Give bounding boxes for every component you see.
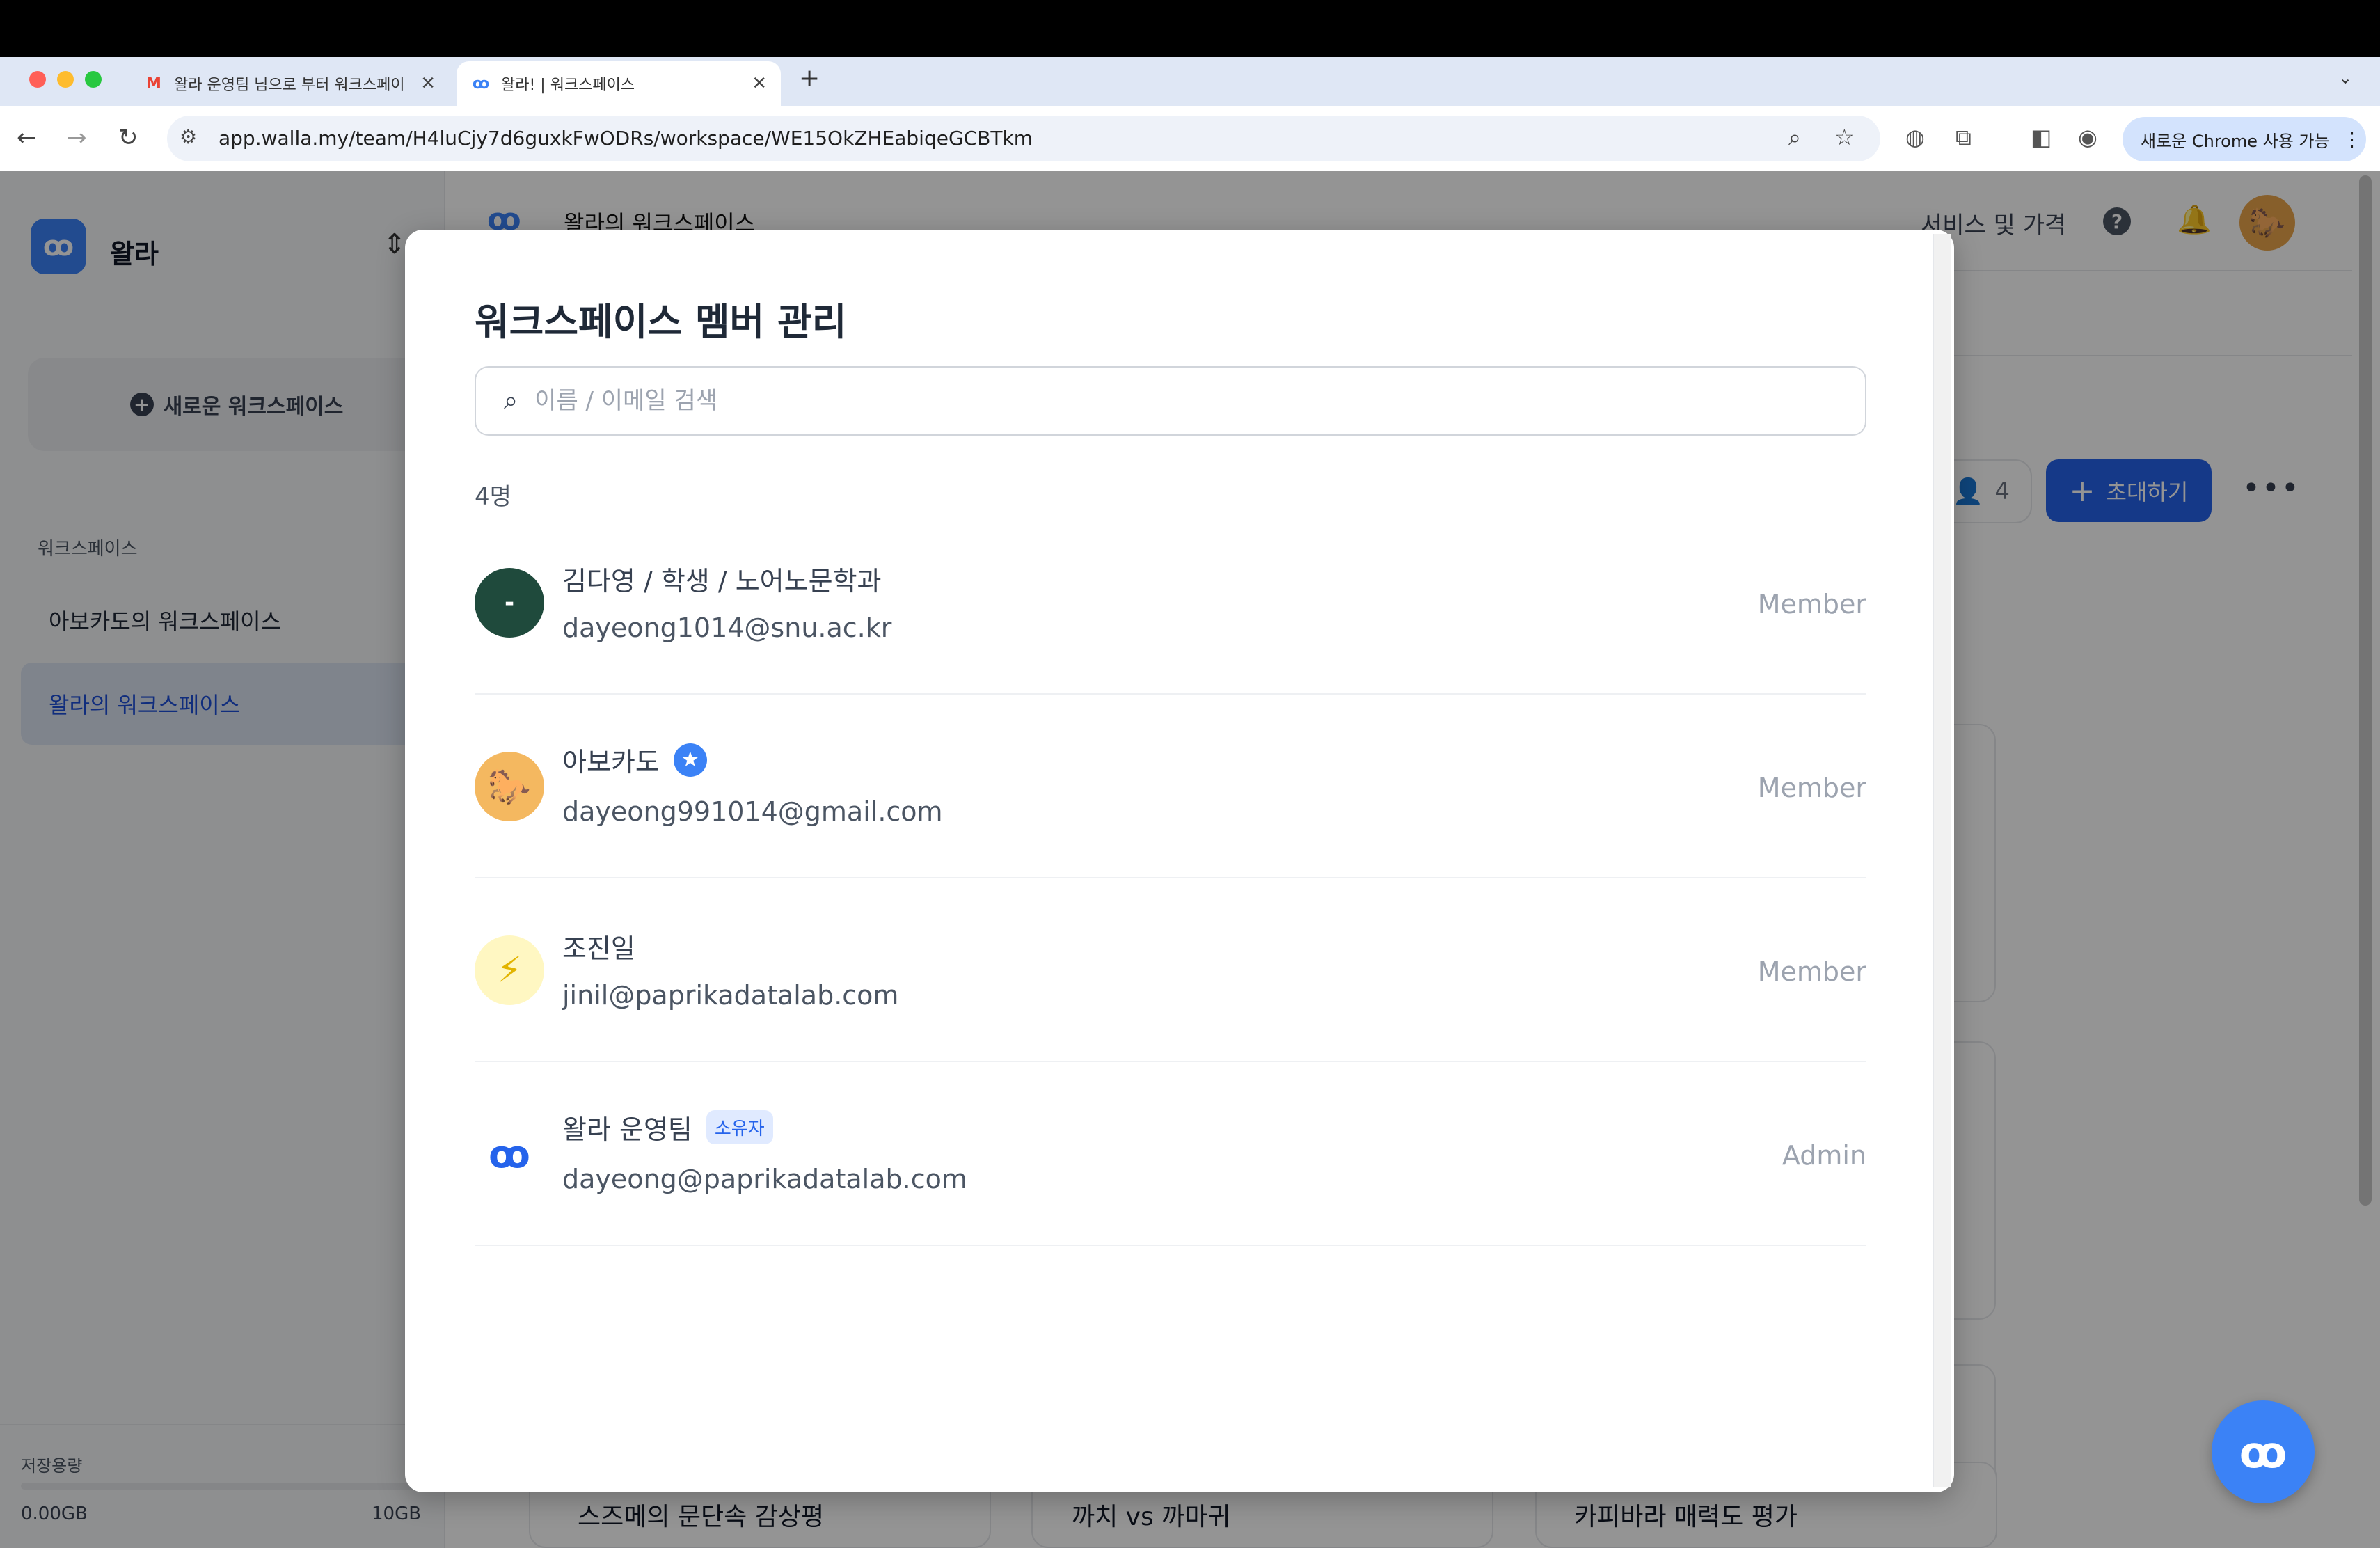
member-name-text: 아보카도 (562, 747, 660, 777)
member-search-input[interactable] (534, 387, 1865, 415)
tab-title: 왈라! | 워크스페이스 (501, 77, 635, 94)
back-icon[interactable]: ← (17, 124, 37, 152)
bookmark-star-icon[interactable]: ☆ (1834, 124, 1855, 150)
site-info-icon[interactable]: ⚙ (180, 125, 197, 148)
extensions-puzzle-icon[interactable]: ⧉ (1955, 124, 1972, 151)
close-window-button[interactable] (29, 71, 46, 88)
member-search-box[interactable]: ⌕ (475, 366, 1866, 436)
mac-menubar (0, 0, 2380, 57)
member-row[interactable]: - 김다영 / 학생 / 노어노문학과 dayeong1014@snu.ac.k… (475, 511, 1866, 695)
gmail-icon: M (146, 74, 161, 93)
tab-walla[interactable]: ꝏ 왈라! | 워크스페이스 ✕ (457, 61, 781, 106)
member-name-text: 조진일 (562, 933, 635, 964)
star-badge-icon: ★ (673, 743, 707, 777)
modal-title: 워크스페이스 멤버 관리 (475, 300, 847, 344)
member-role[interactable]: Admin (1782, 1140, 1866, 1171)
tab-title: 왈라 운영팀 님으로 부터 워크스페이 (174, 77, 405, 94)
modal-scrollbar[interactable] (1933, 234, 1951, 1487)
member-row[interactable]: 🐎 아보카도 ★ dayeong991014@gmail.com Member (475, 695, 1866, 878)
profile-icon[interactable]: ◉ (2078, 124, 2097, 150)
member-name: 왈라 운영팀 소유자 (562, 1108, 773, 1146)
member-avatar: 🐎 (475, 752, 544, 821)
member-avatar: - (475, 568, 544, 638)
member-role[interactable]: Member (1758, 589, 1866, 619)
reload-icon[interactable]: ↻ (118, 124, 138, 152)
member-role[interactable]: Member (1758, 773, 1866, 803)
member-email: dayeong1014@snu.ac.kr (562, 613, 892, 643)
member-email: dayeong991014@gmail.com (562, 796, 943, 827)
tab-gmail[interactable]: M 왈라 운영팀 님으로 부터 워크스페이 ✕ (129, 61, 450, 106)
member-email: dayeong@paprikadatalab.com (562, 1164, 967, 1194)
chrome-update-label: 새로운 Chrome 사용 가능 (2141, 131, 2330, 151)
new-tab-icon[interactable]: + (799, 64, 820, 93)
member-name-text: 왈라 운영팀 (562, 1114, 692, 1145)
member-avatar: ⚡ (475, 935, 544, 1005)
member-row[interactable]: ⚡ 조진일 jinil@paprikadatalab.com Member (475, 878, 1866, 1062)
kebab-menu-icon: ⋮ (2342, 127, 2362, 151)
walla-icon: ꝏ (472, 74, 490, 93)
member-role[interactable]: Member (1758, 956, 1866, 987)
chrome-update-button[interactable]: 새로운 Chrome 사용 가능 ⋮ (2123, 117, 2366, 161)
member-name: 조진일 (562, 927, 635, 965)
member-name: 아보카도 ★ (562, 741, 707, 779)
member-row[interactable]: ꝏ 왈라 운영팀 소유자 dayeong@paprikadatalab.com … (475, 1062, 1866, 1246)
zoom-icon[interactable]: ⌕ (1788, 124, 1801, 151)
side-panel-icon[interactable]: ◧ (2031, 124, 2052, 150)
tab-search-icon[interactable]: ⌄ (2338, 68, 2352, 88)
walla-chat-button[interactable]: ꝏ (2212, 1400, 2315, 1503)
member-count-label: 4명 (475, 483, 511, 511)
member-avatar: ꝏ (475, 1119, 544, 1189)
owner-badge: 소유자 (706, 1110, 773, 1144)
extension-icon[interactable]: ◍ (1905, 124, 1925, 150)
url-text[interactable]: app.walla.my/team/H4luCjy7d6guxkFwODRs/w… (219, 127, 1033, 150)
member-name-text: 김다영 / 학생 / 노어노문학과 (562, 566, 882, 597)
zoom-window-button[interactable] (85, 71, 102, 88)
forward-icon[interactable]: → (67, 124, 87, 152)
member-email: jinil@paprikadatalab.com (562, 980, 899, 1011)
minimize-window-button[interactable] (57, 71, 74, 88)
close-tab-icon[interactable]: ✕ (420, 73, 436, 94)
member-name: 김다영 / 학생 / 노어노문학과 (562, 560, 881, 598)
search-icon: ⌕ (504, 386, 518, 415)
close-tab-icon[interactable]: ✕ (752, 73, 767, 94)
